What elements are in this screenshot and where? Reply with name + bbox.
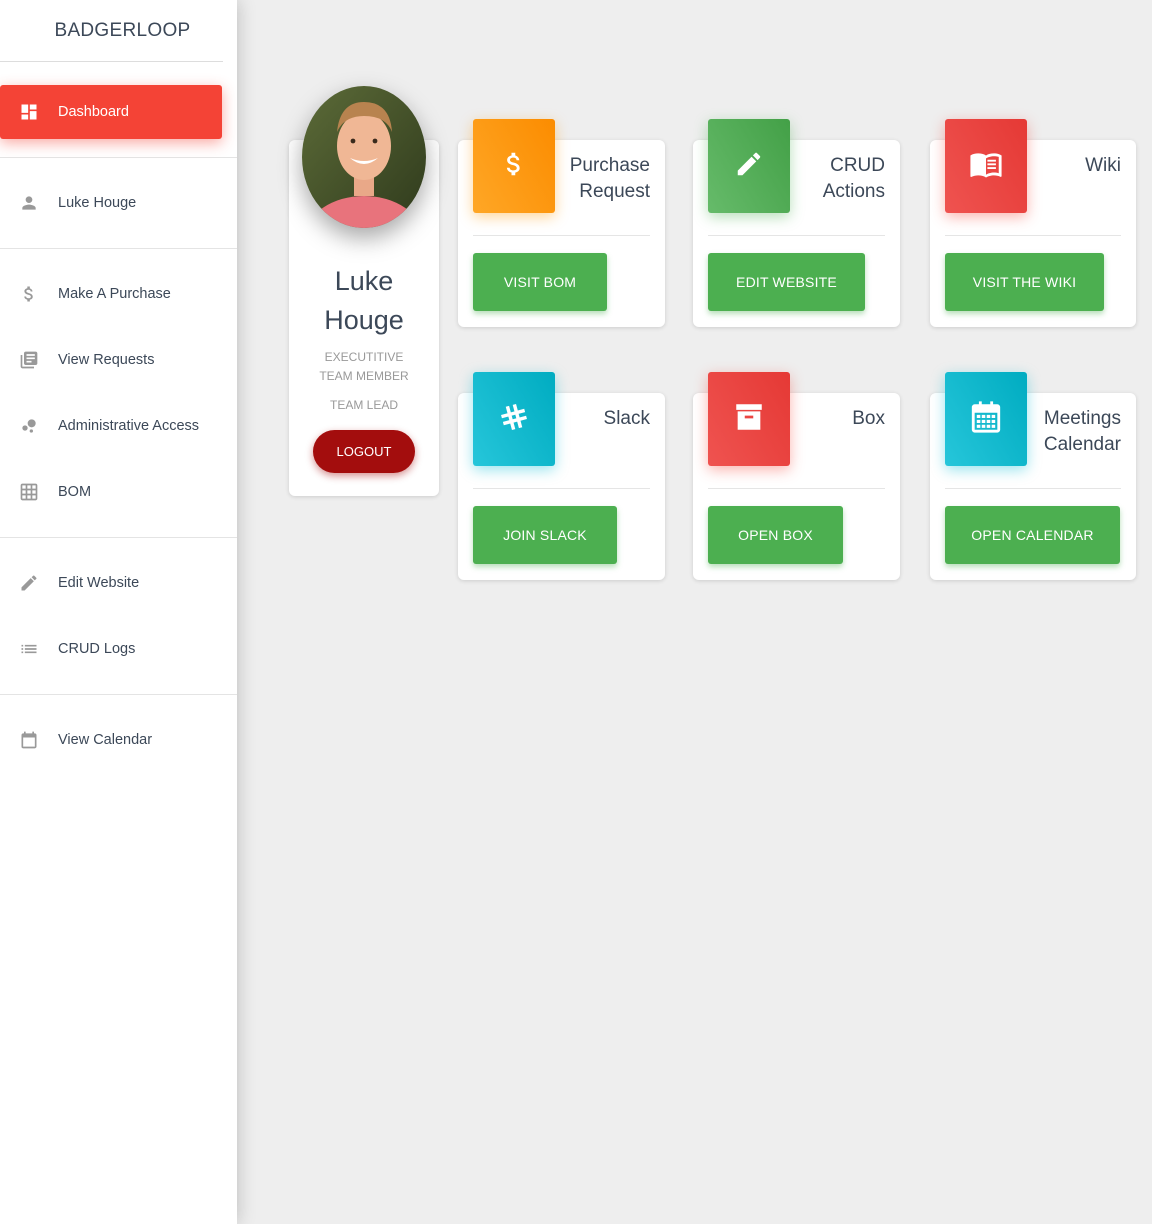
profile-role: EXECUTITIVE TEAM MEMBER <box>319 350 409 383</box>
sidebar-item-label: BOM <box>58 484 92 500</box>
tile-icon-box <box>945 119 1027 213</box>
tile-title: Box <box>852 406 885 432</box>
sidebar-item-label: Make A Purchase <box>58 286 171 302</box>
dollar-icon <box>499 149 529 184</box>
book-icon <box>969 147 1003 186</box>
open-calendar-button[interactable]: OPEN CALENDAR <box>945 506 1120 564</box>
sidebar-item-label: View Requests <box>58 352 155 368</box>
sidebar-item-label: Edit Website <box>58 575 140 591</box>
tile-meetings-calendar: Meetings Calendar OPEN CALENDAR <box>930 372 1136 580</box>
tile-purchase-request: Purchase Request VISIT BOM <box>458 119 665 327</box>
divider <box>945 488 1121 489</box>
tile-title-line: Request <box>579 181 650 202</box>
tile-title-line: CRUD <box>830 155 885 176</box>
sidebar-item-crud-logs[interactable]: CRUD Logs <box>0 616 237 682</box>
divider <box>473 235 650 236</box>
tile-title-line: Box <box>852 408 885 429</box>
join-slack-button[interactable]: JOIN SLACK <box>473 506 617 564</box>
tile-title: Purchase Request <box>570 153 650 205</box>
edit-website-button[interactable]: EDIT WEBSITE <box>708 253 865 311</box>
sidebar-item-make-purchase[interactable]: Make A Purchase <box>0 261 237 327</box>
sidebar-item-bom[interactable]: BOM <box>0 459 237 525</box>
slack-icon <box>498 401 530 438</box>
dashboard-icon <box>19 102 39 122</box>
archive-icon <box>732 400 766 439</box>
person-icon <box>19 193 39 213</box>
brand-label: BADGERLOOP <box>54 19 191 41</box>
profile-last-name: Houge <box>324 305 404 335</box>
nav-group-calendar: View Calendar <box>0 695 237 785</box>
tile-title: Slack <box>604 406 650 432</box>
sidebar: BADGERLOOP Dashboard Luke Houge Make A P… <box>0 0 237 1224</box>
visit-wiki-button[interactable]: VISIT THE WIKI <box>945 253 1104 311</box>
calendar-icon <box>19 730 39 750</box>
sidebar-item-label: View Calendar <box>58 732 153 748</box>
nav-group-website: Edit Website CRUD Logs <box>0 538 237 695</box>
bubble-chart-icon <box>19 416 39 436</box>
divider <box>945 235 1121 236</box>
sidebar-item-label: Luke Houge <box>58 195 137 211</box>
profile-card: Luke Houge EXECUTITIVE TEAM MEMBER TEAM … <box>289 86 439 496</box>
grid-icon <box>19 482 39 502</box>
tile-icon-box <box>708 119 790 213</box>
dollar-icon <box>19 284 39 304</box>
sidebar-item-dashboard[interactable]: Dashboard <box>0 85 222 139</box>
tile-title: Wiki <box>1085 153 1121 179</box>
tile-icon-box <box>473 372 555 466</box>
sidebar-item-edit-website[interactable]: Edit Website <box>0 550 237 616</box>
calendar-icon <box>969 400 1003 439</box>
nav-group-purchasing: Make A Purchase View Requests Administra… <box>0 249 237 538</box>
tile-title-line: Actions <box>822 181 885 202</box>
tile-title-line: Purchase <box>569 155 650 176</box>
tile-icon-box <box>945 372 1027 466</box>
sidebar-item-admin-access[interactable]: Administrative Access <box>0 393 237 459</box>
sidebar-item-view-requests[interactable]: View Requests <box>0 327 237 393</box>
sidebar-item-label: CRUD Logs <box>58 641 136 657</box>
tile-title: CRUD Actions <box>823 153 885 205</box>
nav-group-top: Dashboard <box>0 62 237 158</box>
divider <box>473 488 650 489</box>
sidebar-item-user[interactable]: Luke Houge <box>0 170 237 236</box>
avatar <box>302 86 426 228</box>
tile-title-line: Slack <box>603 408 650 429</box>
profile-name: Luke Houge <box>289 262 439 340</box>
profile-first-name: Luke <box>334 266 394 296</box>
tile-title-line: Meetings <box>1043 408 1121 429</box>
sidebar-item-view-calendar[interactable]: View Calendar <box>0 707 237 773</box>
nav-group-user: Luke Houge <box>0 158 237 249</box>
divider <box>708 235 885 236</box>
sidebar-item-label: Administrative Access <box>58 418 200 434</box>
visit-bom-button[interactable]: VISIT BOM <box>473 253 607 311</box>
tile-box: Box OPEN BOX <box>693 372 900 580</box>
list-icon <box>19 639 39 659</box>
sidebar-item-label: Dashboard <box>58 104 129 120</box>
profile-position: TEAM LEAD <box>329 398 398 412</box>
tile-wiki: Wiki VISIT THE WIKI <box>930 119 1136 327</box>
divider <box>708 488 885 489</box>
brand[interactable]: BADGERLOOP <box>0 0 223 62</box>
library-books-icon <box>19 350 39 370</box>
tile-title-line: Wiki <box>1085 155 1121 176</box>
tile-title-line: Calendar <box>1043 434 1121 455</box>
tile-title: Meetings Calendar <box>1044 406 1121 458</box>
tile-icon-box <box>708 372 790 466</box>
tile-slack: Slack JOIN SLACK <box>458 372 665 580</box>
pencil-icon <box>19 573 39 593</box>
open-box-button[interactable]: OPEN BOX <box>708 506 843 564</box>
pencil-icon <box>734 149 764 184</box>
tile-crud-actions: CRUD Actions EDIT WEBSITE <box>693 119 900 327</box>
tile-icon-box <box>473 119 555 213</box>
logout-button[interactable]: LOGOUT <box>313 430 415 473</box>
